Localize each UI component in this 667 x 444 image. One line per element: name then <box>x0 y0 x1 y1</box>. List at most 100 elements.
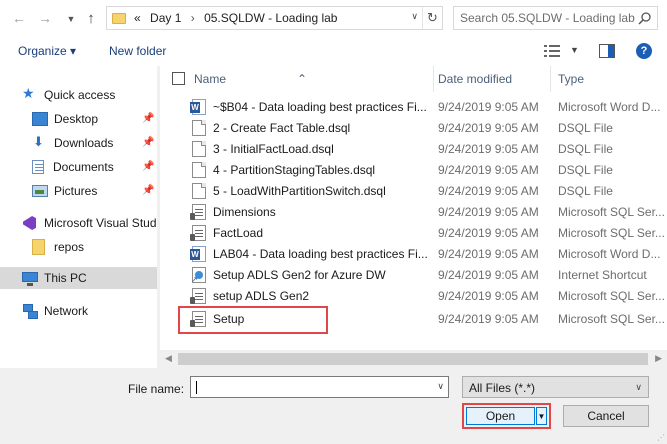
nav-item-label: Desktop <box>54 112 99 126</box>
file-name: Setup ADLS Gen2 for Azure DW <box>213 268 386 282</box>
document-icon <box>192 120 206 136</box>
file-row[interactable]: FactLoad 9/24/2019 9:05 AM Microsoft SQL… <box>160 222 667 243</box>
search-box[interactable] <box>453 6 658 30</box>
file-row[interactable]: ~$B04 - Data loading best practices Fi..… <box>160 96 667 117</box>
file-name: FactLoad <box>213 226 264 240</box>
file-name: 3 - InitialFactLoad.dsql <box>213 142 334 156</box>
breadcrumb-overflow[interactable]: « <box>134 11 141 25</box>
pin-icon: 📌 <box>142 161 155 172</box>
file-row[interactable]: 3 - InitialFactLoad.dsql 9/24/2019 9:05 … <box>160 138 667 159</box>
network-icon <box>22 304 38 319</box>
file-date: 9/24/2019 9:05 AM <box>438 184 539 198</box>
nav-item-documents[interactable]: Documents 📌 <box>0 156 157 178</box>
file-row[interactable]: Setup ADLS Gen2 for Azure DW 9/24/2019 9… <box>160 264 667 285</box>
file-type: DSQL File <box>558 163 613 177</box>
file-row[interactable]: 4 - PartitionStagingTables.dsql 9/24/201… <box>160 159 667 180</box>
nav-item-downloads[interactable]: Downloads 📌 <box>0 132 157 154</box>
file-row[interactable]: 5 - LoadWithPartitionSwitch.dsql 9/24/20… <box>160 180 667 201</box>
select-all-checkbox[interactable] <box>172 72 185 85</box>
nav-item-label: Downloads <box>54 136 114 150</box>
forward-arrow-icon[interactable]: → <box>36 9 54 27</box>
chevron-down-icon[interactable]: ∨ <box>437 381 444 392</box>
internet-shortcut-icon <box>191 267 206 284</box>
file-name: ~$B04 - Data loading best practices Fi..… <box>213 100 427 114</box>
open-dropdown-icon[interactable]: ▼ <box>536 407 547 425</box>
file-list: ⌃ Name Date modified Type ~$B04 - Data l… <box>160 66 667 368</box>
breadcrumb-current[interactable]: 05.SQLDW - Loading lab <box>204 11 337 25</box>
file-type: DSQL File <box>558 184 613 198</box>
nav-item-repos[interactable]: repos <box>0 236 157 258</box>
address-dropdown-icon[interactable]: ∨ <box>411 11 418 22</box>
file-type: DSQL File <box>558 121 613 135</box>
breadcrumb-day1[interactable]: Day 1 <box>150 11 181 25</box>
column-divider[interactable] <box>433 66 434 92</box>
open-button[interactable]: Open <box>466 407 535 425</box>
cancel-button[interactable]: Cancel <box>563 405 649 427</box>
nav-item-this-pc[interactable]: This PC <box>0 267 157 289</box>
preview-pane-icon[interactable] <box>599 44 615 58</box>
this-pc-icon <box>22 271 38 286</box>
file-type: DSQL File <box>558 142 613 156</box>
nav-item-network[interactable]: Network <box>0 300 157 322</box>
help-icon[interactable]: ? <box>636 43 652 59</box>
column-header-row: ⌃ Name Date modified Type <box>160 66 667 92</box>
pin-icon: 📌 <box>142 113 155 124</box>
file-date: 9/24/2019 9:05 AM <box>438 100 539 114</box>
nav-item-quick-access[interactable]: Quick access <box>0 84 157 106</box>
documents-icon <box>32 160 44 174</box>
new-folder-button[interactable]: New folder <box>109 44 166 58</box>
file-name-input[interactable] <box>194 380 424 395</box>
file-date: 9/24/2019 9:05 AM <box>438 268 539 282</box>
column-header-name[interactable]: Name <box>194 72 226 86</box>
view-dropdown-icon[interactable]: ▼ <box>570 45 579 55</box>
nav-item-desktop[interactable]: Desktop 📌 <box>0 108 157 130</box>
pictures-icon <box>32 185 48 197</box>
organize-button[interactable]: Organize ▾ <box>18 44 76 58</box>
nav-item-label: Documents <box>53 160 114 174</box>
resize-grip-icon[interactable]: ⋰ <box>657 433 665 442</box>
file-row[interactable]: setup ADLS Gen2 9/24/2019 9:05 AM Micros… <box>160 285 667 306</box>
refresh-icon[interactable]: ↻ <box>422 7 442 29</box>
recent-locations-dropdown-icon[interactable]: ▼ <box>62 10 80 28</box>
file-type: Internet Shortcut <box>558 268 647 282</box>
column-divider[interactable] <box>550 66 551 92</box>
chevron-down-icon[interactable]: ∨ <box>635 382 642 393</box>
file-row[interactable]: Dimensions 9/24/2019 9:05 AM Microsoft S… <box>160 201 667 222</box>
sql-script-icon <box>190 204 206 220</box>
word-document-icon <box>190 246 206 262</box>
file-type-select[interactable]: All Files (*.*) ∨ <box>462 376 649 398</box>
column-header-type[interactable]: Type <box>558 72 584 86</box>
view-options-icon[interactable] <box>544 44 560 58</box>
file-type: Microsoft Word D... <box>558 247 661 261</box>
nav-item-label: repos <box>54 240 85 254</box>
file-name-combobox[interactable]: ∨ <box>190 376 449 398</box>
file-row[interactable]: LAB04 - Data loading best practices Fi..… <box>160 243 667 264</box>
horizontal-scrollbar[interactable]: ◀ ▶ <box>160 350 667 368</box>
file-date: 9/24/2019 9:05 AM <box>438 205 539 219</box>
file-name: LAB04 - Data loading best practices Fi..… <box>213 247 428 261</box>
nav-item-label: Quick access <box>44 88 116 102</box>
pin-icon: 📌 <box>142 137 155 148</box>
column-header-date[interactable]: Date modified <box>438 72 512 86</box>
downloads-icon <box>32 134 48 150</box>
document-icon <box>192 162 206 178</box>
command-bar: Organize ▾ New folder ▼ ? <box>0 36 667 66</box>
nav-item-visual-studio[interactable]: Microsoft Visual Stud <box>0 212 157 234</box>
address-bar[interactable]: « Day 1 › 05.SQLDW - Loading lab ∨ ↻ <box>106 6 443 30</box>
pin-icon: 📌 <box>142 185 155 196</box>
nav-item-label: Pictures <box>54 184 98 198</box>
file-row[interactable]: 2 - Create Fact Table.dsql 9/24/2019 9:0… <box>160 117 667 138</box>
back-arrow-icon[interactable]: ← <box>10 9 28 27</box>
search-icon[interactable] <box>638 11 652 25</box>
word-document-icon <box>190 99 206 115</box>
address-row: ← → ▼ ↑ « Day 1 › 05.SQLDW - Loading lab… <box>0 0 667 36</box>
scrollbar-thumb[interactable] <box>178 353 648 365</box>
file-date: 9/24/2019 9:05 AM <box>438 163 539 177</box>
up-arrow-icon[interactable]: ↑ <box>82 9 100 27</box>
nav-item-pictures[interactable]: Pictures 📌 <box>0 180 157 202</box>
file-type-value: All Files (*.*) <box>469 381 536 395</box>
scroll-left-icon[interactable]: ◀ <box>165 353 172 364</box>
search-input[interactable] <box>460 10 635 26</box>
file-date: 9/24/2019 9:05 AM <box>438 312 539 326</box>
scroll-right-icon[interactable]: ▶ <box>655 353 662 364</box>
